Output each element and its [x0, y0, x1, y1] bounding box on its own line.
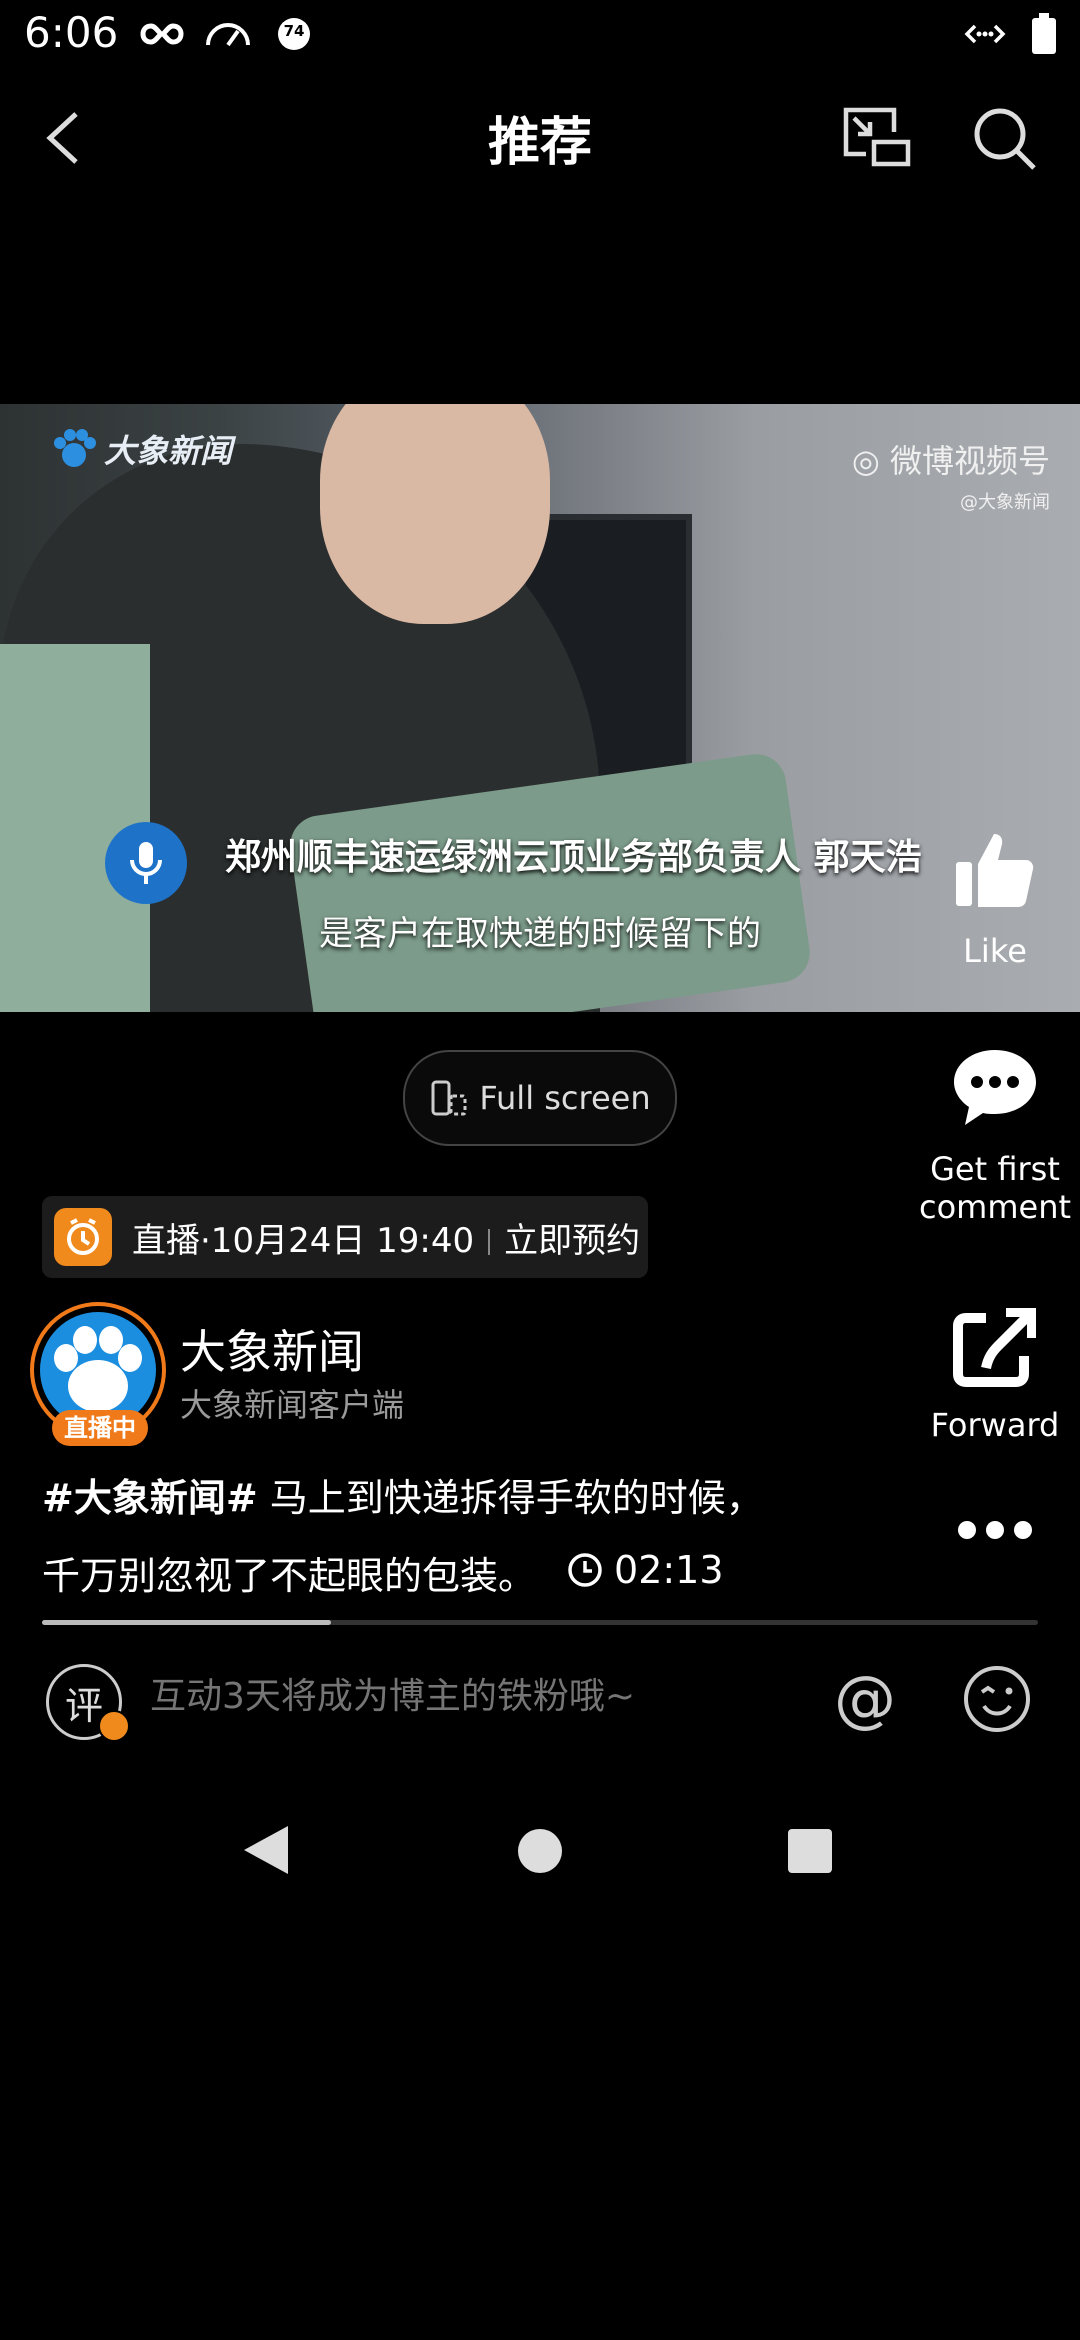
live-reminder-text: 直播·10月24日 19:40 — [132, 1220, 475, 1261]
account-subtitle: 大象新闻客户端 — [180, 1386, 405, 1424]
weibo-icon: ◎ — [851, 442, 890, 480]
watermark-right-handle: @大象新闻 — [960, 492, 1050, 513]
pip-icon — [843, 107, 911, 167]
video-watermark-right: ◎ 微博视频号 @大象新闻 — [852, 436, 1050, 514]
infinity-icon — [140, 14, 184, 54]
more-options-button[interactable] — [958, 1518, 1032, 1542]
nav-back-button[interactable] — [240, 1822, 292, 1878]
forward-button[interactable] — [952, 1307, 1037, 1388]
duration-text: 02:13 — [614, 1548, 724, 1592]
clock-icon — [54, 1208, 112, 1266]
watermark-right-title: 微博视频号 — [889, 442, 1050, 480]
like-button[interactable] — [950, 824, 1040, 914]
more-dot-icon — [986, 1521, 1004, 1539]
search-button[interactable] — [970, 104, 1040, 174]
post-description: #大象新闻# 马上到快递拆得手软的时候， 千万别忽视了不起眼的包装。 02:13 — [42, 1462, 902, 1612]
system-nav-bar — [0, 1810, 1080, 1890]
video-subtitle-speaker: 郑州顺丰速运绿洲云顶业务部负责人 郭天浩 — [225, 837, 922, 878]
live-reminder-divider — [488, 1229, 491, 1255]
emoji-button[interactable] — [962, 1664, 1032, 1734]
share-icon — [953, 1307, 1037, 1387]
video-player[interactable]: 大象新闻 ◎ 微博视频号 @大象新闻 郑州顺丰速运绿洲云顶业务部负责人 郭天浩 … — [0, 404, 1080, 1012]
post-text-line2: 千万别忽视了不起眼的包装。 — [42, 1554, 537, 1598]
triangle-back-icon — [244, 1826, 288, 1874]
notification-badge-icon: 74 — [274, 14, 314, 54]
video-watermark-left: 大象新闻 — [52, 426, 232, 472]
clock-duration-icon — [568, 1553, 602, 1587]
reserve-button[interactable]: 立即预约 — [504, 1221, 640, 1261]
live-reminder-bar[interactable]: 直播·10月24日 19:40 立即预约 — [42, 1196, 648, 1278]
more-dot-icon — [958, 1521, 976, 1539]
speedometer-icon — [204, 14, 252, 54]
comment-icon-text: 评 — [64, 1683, 103, 1728]
thumbs-up-icon — [956, 834, 1034, 907]
rotate-phone-icon — [431, 1080, 467, 1116]
like-label: Like — [963, 932, 1027, 970]
nav-home-button[interactable] — [517, 1828, 563, 1874]
square-recents-icon — [788, 1829, 832, 1873]
account-name[interactable]: 大象新闻 — [180, 1316, 364, 1382]
search-icon — [974, 108, 1036, 170]
status-bar: 6:06 74 — [0, 0, 1080, 70]
badge-number: 74 — [283, 22, 305, 40]
mention-icon[interactable]: @ — [830, 1664, 900, 1734]
forward-label: Forward — [930, 1406, 1060, 1444]
data-transfer-icon — [962, 14, 1008, 54]
microphone-icon — [105, 822, 187, 904]
paw-logo-icon — [54, 429, 96, 467]
status-time: 6:06 — [24, 8, 119, 57]
page-title: 推荐 — [487, 113, 592, 173]
comment-input[interactable] — [150, 1676, 790, 1717]
watermark-left-text: 大象新闻 — [104, 432, 233, 470]
comment-bubble-icon — [954, 1050, 1036, 1125]
post-text-line1: 马上到快递拆得手软的时候， — [257, 1476, 764, 1520]
comment-label: Get first comment — [918, 1150, 1072, 1226]
check-badge-icon — [98, 1710, 130, 1742]
video-subtitle-text: 是客户在取快递的时候留下的 — [319, 914, 761, 954]
comment-button[interactable] — [950, 1046, 1040, 1132]
nav-recents-button[interactable] — [787, 1828, 833, 1874]
hashtag-link[interactable]: #大象新闻# — [42, 1476, 258, 1520]
video-scene-head — [320, 404, 550, 624]
fullscreen-button[interactable]: Full screen — [403, 1050, 677, 1146]
picture-in-picture-button[interactable] — [838, 104, 914, 170]
emoji-icon — [964, 1666, 1030, 1732]
fullscreen-label: Full screen — [479, 1079, 651, 1117]
video-progress-fill — [42, 1620, 331, 1625]
battery-icon — [1030, 13, 1058, 54]
live-badge: 直播中 — [52, 1410, 148, 1446]
circle-home-icon — [518, 1829, 562, 1873]
duration: 02:13 — [566, 1534, 724, 1606]
more-dot-icon — [1014, 1521, 1032, 1539]
